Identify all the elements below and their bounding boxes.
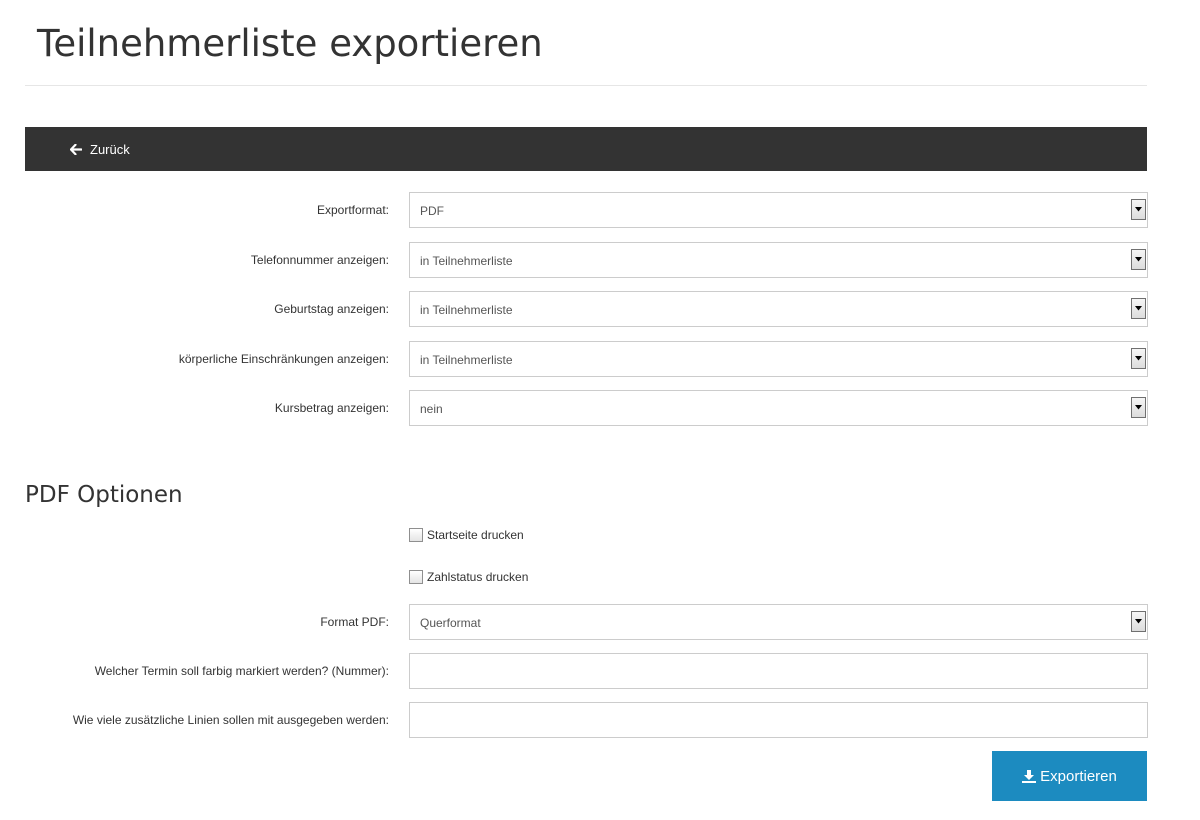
course-fee-display-row: Kursbetrag anzeigen: nein bbox=[25, 390, 1148, 426]
print-payment-status-label: Zahlstatus drucken bbox=[427, 570, 529, 584]
export-format-label: Exportformat: bbox=[316, 203, 389, 217]
arrow-left-icon bbox=[70, 143, 82, 155]
print-cover-page-option[interactable]: Startseite drucken bbox=[409, 527, 524, 543]
chevron-down-icon bbox=[1131, 397, 1146, 418]
course-fee-display-label: Kursbetrag anzeigen: bbox=[274, 401, 389, 415]
back-button[interactable]: Zurück bbox=[70, 140, 130, 158]
birthday-display-row: Geburtstag anzeigen: in Teilnehmerliste bbox=[25, 291, 1148, 327]
highlight-date-label: Welcher Termin soll farbig markiert werd… bbox=[94, 664, 389, 678]
export-button-label: Exportieren bbox=[1040, 767, 1117, 785]
toolbar: Zurück bbox=[25, 127, 1147, 171]
extra-lines-input[interactable] bbox=[409, 702, 1148, 738]
export-format-row: Exportformat: PDF bbox=[25, 192, 1148, 228]
page: Teilnehmerliste exportieren Zurück Expor… bbox=[0, 0, 1200, 820]
page-title: Teilnehmerliste exportieren bbox=[37, 22, 543, 65]
pdf-format-row: Format PDF: Querformat bbox=[25, 604, 1148, 640]
highlight-date-row: Welcher Termin soll farbig markiert werd… bbox=[25, 653, 1148, 689]
birthday-display-value: in Teilnehmerliste bbox=[420, 303, 513, 317]
pdf-options-title: PDF Optionen bbox=[25, 482, 183, 508]
extra-lines-row: Wie viele zusätzliche Linien sollen mit … bbox=[25, 702, 1148, 738]
pdf-format-select[interactable]: Querformat bbox=[409, 604, 1148, 640]
print-payment-status-option[interactable]: Zahlstatus drucken bbox=[409, 569, 528, 585]
phone-display-select[interactable]: in Teilnehmerliste bbox=[409, 242, 1148, 278]
phone-display-label: Telefonnummer anzeigen: bbox=[250, 253, 389, 267]
title-divider bbox=[25, 85, 1147, 86]
chevron-down-icon bbox=[1131, 348, 1146, 369]
disabilities-display-label: körperliche Einschränkungen anzeigen: bbox=[178, 352, 389, 366]
export-format-select[interactable]: PDF bbox=[409, 192, 1148, 228]
chevron-down-icon bbox=[1131, 249, 1146, 270]
birthday-display-label: Geburtstag anzeigen: bbox=[274, 302, 389, 316]
course-fee-display-value: nein bbox=[420, 402, 443, 416]
disabilities-display-select[interactable]: in Teilnehmerliste bbox=[409, 341, 1148, 377]
course-fee-display-select[interactable]: nein bbox=[409, 390, 1148, 426]
disabilities-display-value: in Teilnehmerliste bbox=[420, 353, 513, 367]
pdf-format-value: Querformat bbox=[420, 616, 481, 630]
print-cover-page-label: Startseite drucken bbox=[427, 528, 524, 542]
back-button-label: Zurück bbox=[90, 141, 130, 157]
phone-display-value: in Teilnehmerliste bbox=[420, 254, 513, 268]
highlight-date-input[interactable] bbox=[409, 653, 1148, 689]
chevron-down-icon bbox=[1131, 611, 1146, 632]
pdf-format-label: Format PDF: bbox=[320, 615, 389, 629]
download-icon bbox=[1022, 769, 1037, 783]
print-cover-page-checkbox[interactable] bbox=[409, 528, 423, 542]
birthday-display-select[interactable]: in Teilnehmerliste bbox=[409, 291, 1148, 327]
print-payment-status-checkbox[interactable] bbox=[409, 570, 423, 584]
export-button[interactable]: Exportieren bbox=[992, 751, 1147, 801]
chevron-down-icon bbox=[1131, 298, 1146, 319]
export-format-value: PDF bbox=[420, 204, 444, 218]
disabilities-display-row: körperliche Einschränkungen anzeigen: in… bbox=[25, 341, 1148, 377]
chevron-down-icon bbox=[1131, 199, 1146, 220]
extra-lines-label: Wie viele zusätzliche Linien sollen mit … bbox=[72, 713, 389, 727]
phone-display-row: Telefonnummer anzeigen: in Teilnehmerlis… bbox=[25, 242, 1148, 278]
